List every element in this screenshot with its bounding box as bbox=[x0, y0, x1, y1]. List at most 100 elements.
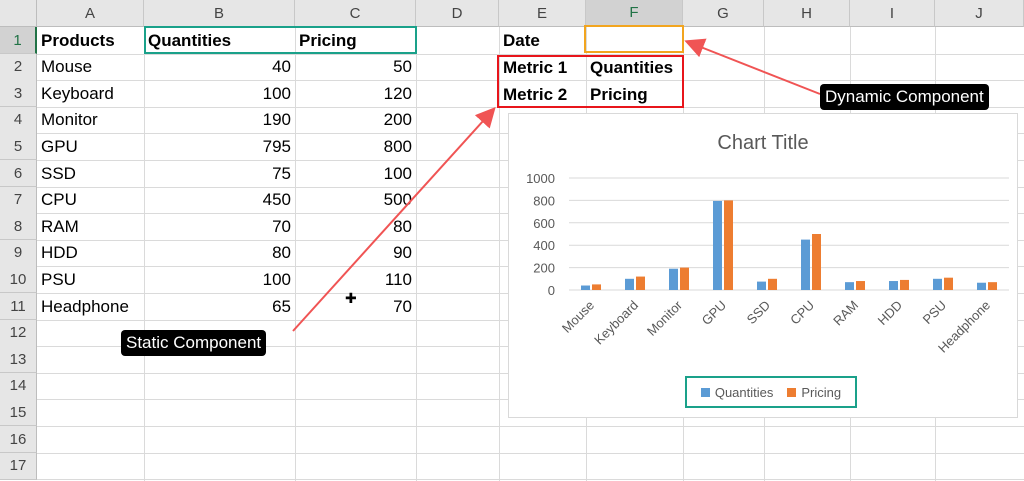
quantity-cell[interactable]: 65 bbox=[144, 293, 295, 320]
row-header-11[interactable]: 11 bbox=[0, 293, 37, 320]
row-header-16[interactable]: 16 bbox=[0, 426, 37, 453]
legend-item-quantities[interactable]: Quantities bbox=[700, 384, 774, 400]
metric1-label[interactable]: Metric 1 bbox=[499, 54, 586, 81]
header-pricing[interactable]: Pricing bbox=[295, 27, 416, 54]
product-cell[interactable]: Headphone bbox=[37, 293, 144, 320]
row-header-17[interactable]: 17 bbox=[0, 452, 37, 480]
row-header-7[interactable]: 7 bbox=[0, 186, 37, 214]
bar-pricing-ssd[interactable] bbox=[768, 278, 777, 290]
product-cell[interactable]: RAM bbox=[37, 213, 144, 240]
row-header-9[interactable]: 9 bbox=[0, 239, 37, 267]
product-cell[interactable]: SSD bbox=[37, 160, 144, 187]
bar-quantities-keyboard[interactable] bbox=[625, 278, 634, 290]
bar-pricing-cpu[interactable] bbox=[812, 234, 821, 290]
product-cell[interactable]: HDD bbox=[37, 240, 144, 267]
pricing-cell[interactable]: 50 bbox=[295, 54, 416, 81]
dynamic-arrow bbox=[684, 38, 821, 95]
bar-pricing-gpu[interactable] bbox=[724, 200, 733, 290]
quantity-cell[interactable]: 70 bbox=[144, 213, 295, 240]
column-header-g[interactable]: G bbox=[683, 0, 764, 27]
row-header-1[interactable]: 1 bbox=[0, 27, 37, 54]
bar-pricing-psu[interactable] bbox=[944, 277, 953, 290]
pricing-cell[interactable]: 90 bbox=[295, 240, 416, 267]
y-tick-label: 0 bbox=[548, 283, 555, 298]
pricing-cell[interactable]: 100 bbox=[295, 160, 416, 187]
header-quantities[interactable]: Quantities bbox=[144, 27, 295, 54]
row-header-15[interactable]: 15 bbox=[0, 399, 37, 427]
quantity-cell[interactable]: 75 bbox=[144, 160, 295, 187]
date-label[interactable]: Date bbox=[499, 27, 586, 54]
column-header-a[interactable]: A bbox=[37, 0, 144, 27]
bar-pricing-monitor[interactable] bbox=[680, 267, 689, 290]
quantity-cell[interactable]: 40 bbox=[144, 54, 295, 81]
gridline-horizontal bbox=[37, 479, 1024, 480]
column-header-h[interactable]: H bbox=[764, 0, 850, 27]
row-header-8[interactable]: 8 bbox=[0, 213, 37, 241]
header-products[interactable]: Products bbox=[37, 27, 144, 54]
pricing-cell[interactable]: 500 bbox=[295, 187, 416, 214]
row-header-2[interactable]: 2 bbox=[0, 53, 37, 81]
row-header-5[interactable]: 5 bbox=[0, 133, 37, 161]
legend-item-pricing[interactable]: Pricing bbox=[787, 385, 841, 400]
row-header-6[interactable]: 6 bbox=[0, 160, 37, 187]
bar-quantities-gpu[interactable] bbox=[713, 200, 722, 290]
product-cell[interactable]: Keyboard bbox=[37, 80, 144, 107]
pricing-cell[interactable]: 200 bbox=[295, 107, 416, 134]
dynamic-component-callout: Dynamic Component bbox=[820, 84, 989, 110]
chart-legend[interactable]: Quantities Pricing bbox=[685, 376, 857, 408]
row-header-13[interactable]: 13 bbox=[0, 346, 37, 374]
metric2-value[interactable]: Pricing bbox=[586, 81, 683, 108]
bar-quantities-monitor[interactable] bbox=[669, 268, 678, 290]
row-header-12[interactable]: 12 bbox=[0, 319, 37, 347]
column-header-c[interactable]: C bbox=[295, 0, 416, 27]
chart[interactable]: Chart Title 0 200 400 600 800 1000 Mouse Keybo… bbox=[508, 113, 1018, 418]
legend-label-quantities: Quantities bbox=[714, 384, 774, 400]
bar-pricing-hdd[interactable] bbox=[900, 279, 909, 290]
bar-quantities-psu[interactable] bbox=[933, 278, 942, 290]
pricing-cell[interactable]: 120 bbox=[295, 80, 416, 107]
product-cell[interactable]: GPU bbox=[37, 133, 144, 160]
metric2-label[interactable]: Metric 2 bbox=[499, 81, 586, 108]
column-header-f[interactable]: F bbox=[586, 0, 683, 27]
select-all-corner[interactable] bbox=[0, 0, 37, 27]
pricing-cell[interactable]: 80 bbox=[295, 213, 416, 240]
spreadsheet-grid[interactable]: ABCDEFGHIJ 1 2 3 4 5 6 7 8 9 10 11 12 13 14 15 16 17 Pro… bbox=[0, 0, 1024, 481]
column-header-b[interactable]: B bbox=[144, 0, 295, 27]
metric1-value[interactable]: Quantities bbox=[586, 54, 683, 81]
row-header-14[interactable]: 14 bbox=[0, 372, 37, 400]
quantity-cell[interactable]: 795 bbox=[144, 133, 295, 160]
date-input-cell[interactable] bbox=[586, 27, 683, 54]
y-tick-label: 200 bbox=[533, 261, 555, 276]
column-header-e[interactable]: E bbox=[499, 0, 586, 27]
bar-pricing-ram[interactable] bbox=[856, 281, 865, 290]
bar-pricing-mouse[interactable] bbox=[592, 284, 601, 290]
bar-pricing-keyboard[interactable] bbox=[636, 276, 645, 290]
quantity-cell[interactable]: 100 bbox=[144, 266, 295, 293]
bar-quantities-ssd[interactable] bbox=[757, 281, 766, 290]
quantity-cell[interactable]: 80 bbox=[144, 240, 295, 267]
gridline-vertical bbox=[416, 27, 417, 481]
y-tick-label: 800 bbox=[533, 193, 555, 208]
product-cell[interactable]: Mouse bbox=[37, 54, 144, 81]
product-cell[interactable]: PSU bbox=[37, 266, 144, 293]
quantity-cell[interactable]: 100 bbox=[144, 80, 295, 107]
bar-quantities-hdd[interactable] bbox=[889, 281, 898, 290]
product-cell[interactable]: CPU bbox=[37, 187, 144, 214]
column-header-i[interactable]: I bbox=[850, 0, 935, 27]
gridline-horizontal bbox=[37, 453, 1024, 454]
x-tick-label: SSD bbox=[744, 298, 774, 328]
row-header-4[interactable]: 4 bbox=[0, 106, 37, 134]
quantity-cell[interactable]: 450 bbox=[144, 187, 295, 214]
product-cell[interactable]: Monitor bbox=[37, 107, 144, 134]
bar-quantities-headphone[interactable] bbox=[977, 282, 986, 290]
quantity-cell[interactable]: 190 bbox=[144, 107, 295, 134]
bar-quantities-mouse[interactable] bbox=[581, 285, 590, 290]
pricing-cell[interactable]: 800 bbox=[295, 133, 416, 160]
column-header-d[interactable]: D bbox=[416, 0, 499, 27]
row-header-10[interactable]: 10 bbox=[0, 266, 37, 294]
column-header-j[interactable]: J bbox=[935, 0, 1024, 27]
bar-pricing-headphone[interactable] bbox=[988, 282, 997, 290]
bar-quantities-ram[interactable] bbox=[845, 282, 854, 290]
bar-quantities-cpu[interactable] bbox=[801, 239, 810, 290]
row-header-3[interactable]: 3 bbox=[0, 80, 37, 108]
